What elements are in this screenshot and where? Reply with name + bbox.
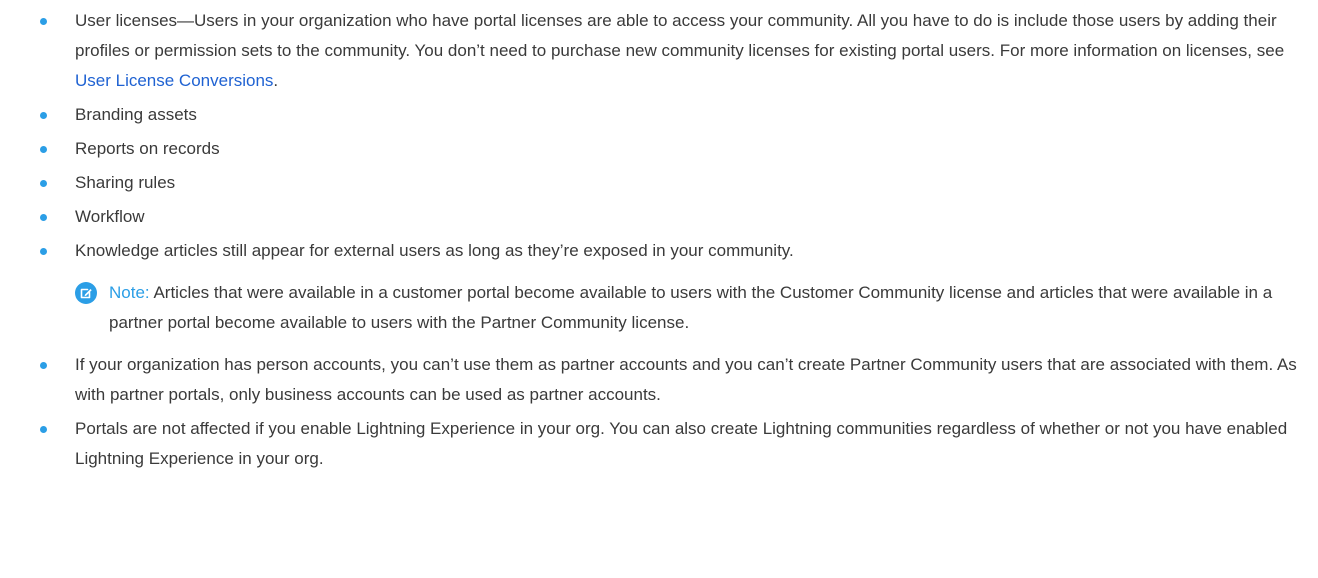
bullet-icon bbox=[40, 426, 47, 433]
note-callout: Note: Articles that were available in a … bbox=[75, 278, 1298, 338]
list-item-text: Workflow bbox=[75, 207, 145, 226]
bullet-icon bbox=[40, 214, 47, 221]
bullet-icon bbox=[40, 180, 47, 187]
note-text: Articles that were available in a custom… bbox=[109, 283, 1273, 332]
list-item-text: Reports on records bbox=[75, 139, 220, 158]
list-item-workflow: Workflow bbox=[40, 202, 1298, 232]
list-item-text: Knowledge articles still appear for exte… bbox=[75, 241, 794, 260]
bullet-icon bbox=[40, 146, 47, 153]
bullet-list-bottom: If your organization has person accounts… bbox=[40, 350, 1298, 474]
bullet-icon bbox=[40, 362, 47, 369]
list-item-sharing-rules: Sharing rules bbox=[40, 168, 1298, 198]
bullet-icon bbox=[40, 18, 47, 25]
list-item-person-accounts: If your organization has person accounts… bbox=[40, 350, 1298, 410]
list-item-text: Branding assets bbox=[75, 105, 197, 124]
list-item-branding-assets: Branding assets bbox=[40, 100, 1298, 130]
list-item-reports: Reports on records bbox=[40, 134, 1298, 164]
note-label: Note: bbox=[109, 283, 150, 302]
list-item-user-licenses: User licenses—Users in your organization… bbox=[40, 6, 1298, 96]
list-item-text: Portals are not affected if you enable L… bbox=[75, 419, 1288, 468]
user-license-conversions-link[interactable]: User License Conversions bbox=[75, 71, 273, 90]
list-item-text: User licenses—Users in your organization… bbox=[75, 11, 1285, 60]
list-item-portals-lightning: Portals are not affected if you enable L… bbox=[40, 414, 1298, 474]
document-page: User licenses—Users in your organization… bbox=[0, 0, 1318, 578]
list-item-text-end: . bbox=[273, 71, 279, 90]
list-item-knowledge-articles: Knowledge articles still appear for exte… bbox=[40, 236, 1298, 266]
bullet-icon bbox=[40, 112, 47, 119]
bullet-icon bbox=[40, 248, 47, 255]
list-item-text: Sharing rules bbox=[75, 173, 176, 192]
bullet-list: User licenses—Users in your organization… bbox=[40, 6, 1298, 266]
list-item-text: If your organization has person accounts… bbox=[75, 355, 1297, 404]
edit-note-icon bbox=[75, 282, 97, 304]
